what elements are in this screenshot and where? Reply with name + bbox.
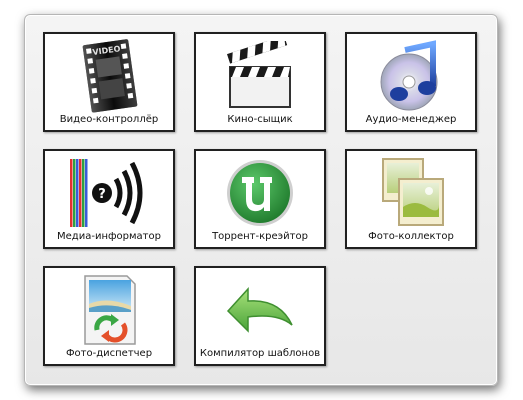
tile-label: Торрент-креэйтор <box>212 231 308 242</box>
photo-document-icon <box>45 272 173 348</box>
photo-dispatcher-tile[interactable]: Фото-диспетчер <box>43 266 175 366</box>
clapperboard-icon <box>196 38 324 114</box>
photo-collector-tile[interactable]: Фото-коллектор <box>345 149 477 249</box>
template-compiler-tile[interactable]: Компилятор шаблонов <box>194 266 326 366</box>
undo-arrow-icon <box>196 272 324 348</box>
tile-label: Медиа-информатор <box>57 231 161 242</box>
audio-manager-tile[interactable]: Аудио-менеджер <box>345 32 477 132</box>
tile-label: Фото-диспетчер <box>65 348 153 359</box>
media-informer-tile[interactable]: ? Медиа-информатор <box>43 149 175 249</box>
photo-frames-icon <box>347 155 475 231</box>
torrent-creator-tile[interactable]: Торрент-креэйтор <box>194 149 326 249</box>
tile-label: Видео-контроллёр <box>59 114 159 125</box>
svg-text:?: ? <box>98 187 106 202</box>
tile-label: Кино-сыщик <box>227 114 293 125</box>
video-controller-tile[interactable]: VIDEO Видео-контроллёр <box>43 32 175 132</box>
media-info-icon: ? <box>45 155 173 231</box>
utorrent-icon <box>196 155 324 231</box>
launcher-panel: VIDEO Видео-контроллёр Кино-сыщик Аудио-… <box>24 14 498 386</box>
music-note-disc-icon <box>347 38 475 114</box>
tile-label: Компилятор шаблонов <box>199 348 321 359</box>
tile-label: Аудио-менеджер <box>365 114 457 125</box>
movie-finder-tile[interactable]: Кино-сыщик <box>194 32 326 132</box>
tile-label: Фото-коллектор <box>368 231 454 242</box>
video-filmstrip-icon: VIDEO <box>45 38 173 114</box>
